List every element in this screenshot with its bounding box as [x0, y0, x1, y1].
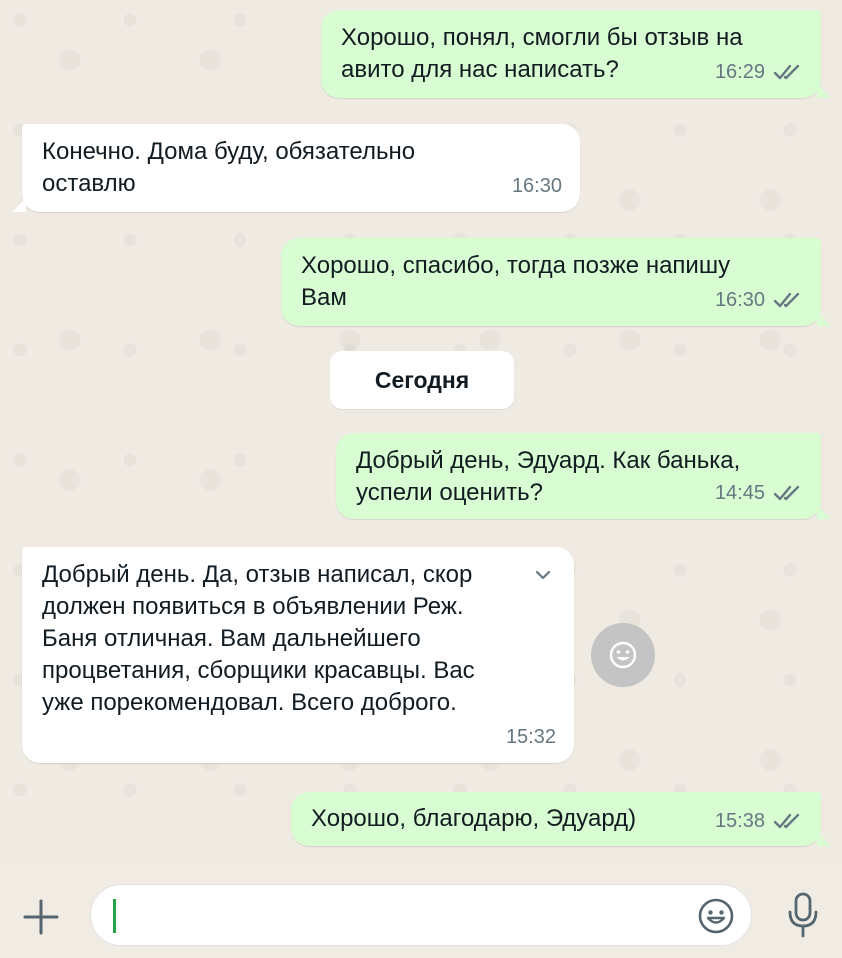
message-meta: 14:45 [715, 477, 803, 509]
message-time: 16:30 [714, 289, 765, 311]
message-meta: 15:32 [506, 721, 556, 753]
message-meta: 16:30 [512, 170, 562, 202]
outgoing-message[interactable]: Хорошо, благодарю, Эдуард) 15:38 [291, 792, 831, 846]
plus-icon [23, 899, 59, 935]
message-input[interactable] [113, 895, 677, 937]
message-time: 16:29 [714, 61, 765, 83]
message-menu-button[interactable] [524, 559, 562, 591]
add-reaction-button[interactable] [591, 623, 655, 687]
message-input-container[interactable] [90, 884, 752, 946]
message-time: 14:45 [714, 482, 765, 504]
message-text: Конечно. Дома буду, обязательно оставлю [42, 138, 416, 197]
outgoing-message[interactable]: Добрый день, Эдуард. Как банька, успели … [336, 433, 831, 519]
emoji-icon[interactable] [697, 897, 735, 935]
double-check-icon [773, 813, 800, 829]
outgoing-message[interactable]: Хорошо, спасибо, тогда позже напишу Вам … [281, 238, 831, 326]
message-time: 16:30 [511, 175, 562, 197]
microphone-icon[interactable] [786, 892, 820, 938]
incoming-message[interactable]: Добрый день. Да, отзыв написал, скор дол… [22, 547, 574, 763]
double-check-icon [773, 64, 800, 80]
incoming-message[interactable]: Конечно. Дома буду, обязательно оставлю … [12, 124, 580, 212]
message-time: 15:38 [714, 810, 765, 832]
composer-bar [0, 862, 842, 958]
message-time: 15:32 [505, 726, 556, 748]
message-text: Добрый день. Да, отзыв написал, скор дол… [42, 561, 475, 716]
message-meta: 15:38 [715, 805, 803, 837]
emoji-reaction-icon [609, 641, 637, 669]
message-meta: 16:30 [715, 284, 803, 316]
date-separator: Сегодня [330, 351, 514, 409]
attach-button[interactable] [18, 894, 64, 940]
double-check-icon [773, 292, 800, 308]
outgoing-message[interactable]: Хорошо, понял, смогли бы отзыв на авито … [321, 10, 831, 98]
double-check-icon [773, 485, 800, 501]
chevron-down-icon [535, 570, 551, 580]
message-meta: 16:29 [715, 56, 803, 88]
date-separator-label: Сегодня [374, 366, 470, 393]
chat-area: Хорошо, понял, смогли бы отзыв на авито … [0, 0, 842, 862]
